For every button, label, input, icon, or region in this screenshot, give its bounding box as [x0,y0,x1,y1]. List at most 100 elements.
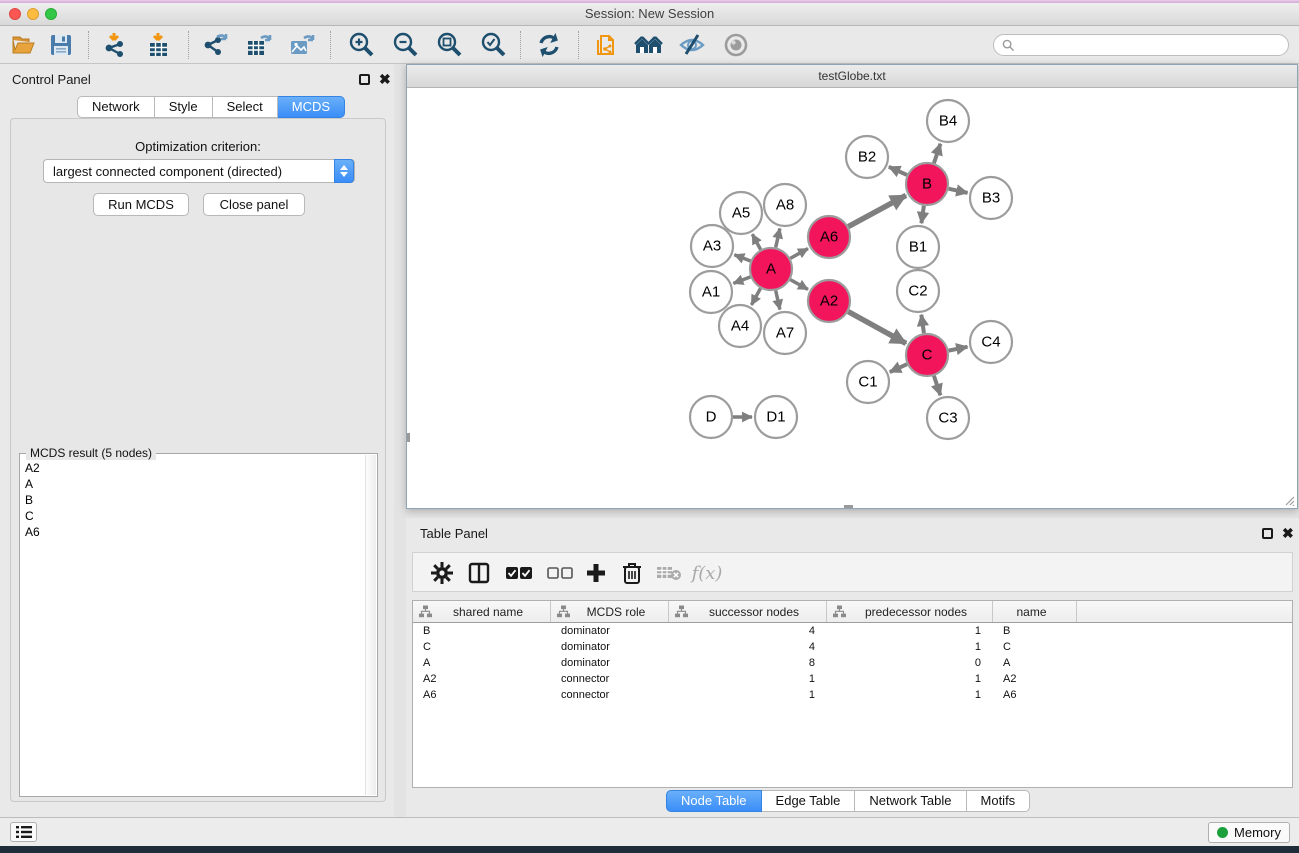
graph-edge-B-B2[interactable] [889,167,907,175]
task-history-button[interactable] [10,822,37,842]
close-window-button[interactable] [9,8,21,20]
graph-node-A6[interactable]: A6 [808,216,850,258]
search-box[interactable] [993,34,1289,56]
cell-predecessor[interactable]: 1 [827,687,993,703]
float-panel-icon[interactable] [1262,528,1273,539]
cell-mcds_role[interactable]: dominator [551,623,669,639]
graph-edge-C-C4[interactable] [949,347,968,351]
network-overview-icon[interactable] [634,31,664,59]
show-hidden-icon[interactable] [721,31,751,59]
graph-node-A5[interactable]: A5 [720,192,762,234]
new-network-from-selection-icon[interactable] [592,31,622,59]
zoom-selected-icon[interactable] [478,31,508,59]
memory-button[interactable]: Memory [1208,822,1290,843]
maximize-view-button[interactable] [451,70,463,82]
cell-shared_name[interactable]: A [413,655,551,671]
graph-edge-A-A6[interactable] [790,249,808,259]
graph-node-A3[interactable]: A3 [691,225,733,267]
tab-select[interactable]: Select [213,96,278,118]
export-network-icon[interactable] [200,31,230,59]
show-columns-icon[interactable] [465,559,493,587]
graph-edge-B-B1[interactable] [921,206,923,223]
result-item[interactable]: A6 [21,524,366,540]
graph-node-A[interactable]: A [750,248,792,290]
tab-network-table[interactable]: Network Table [855,790,966,812]
cell-name[interactable]: A2 [993,671,1077,687]
result-list-scrollbar[interactable] [365,455,376,795]
graph-node-B4[interactable]: B4 [927,100,969,142]
graph-node-B[interactable]: B [906,163,948,205]
graph-node-B1[interactable]: B1 [897,226,939,268]
cell-successor[interactable]: 4 [669,623,827,639]
cell-name[interactable]: B [993,623,1077,639]
export-table-icon[interactable] [243,31,273,59]
hide-selected-icon[interactable] [677,31,707,59]
optimization-criterion-select[interactable]: largest connected component (directed) [43,159,355,183]
graph-edge-A-A1[interactable] [733,277,750,284]
graph-node-C4[interactable]: C4 [970,321,1012,363]
deselect-all-icon[interactable] [546,559,574,587]
cell-mcds_role[interactable]: dominator [551,655,669,671]
graph-node-C[interactable]: C [906,334,948,376]
cell-predecessor[interactable]: 1 [827,623,993,639]
tab-edge-table[interactable]: Edge Table [762,790,856,812]
create-column-icon[interactable] [582,559,610,587]
graph-node-B2[interactable]: B2 [846,136,888,178]
minimize-window-button[interactable] [27,8,39,20]
tab-node-table[interactable]: Node Table [666,790,762,812]
column-header-predecessor-nodes[interactable]: predecessor nodes [827,601,993,622]
cell-predecessor[interactable]: 1 [827,671,993,687]
graph-node-D[interactable]: D [690,396,732,438]
resize-grip[interactable] [1283,494,1295,506]
graph-edge-A-A4[interactable] [751,288,760,305]
graph-node-A1[interactable]: A1 [690,271,732,313]
graph-node-C2[interactable]: C2 [897,270,939,312]
result-item[interactable]: A2 [21,460,366,476]
zoom-in-icon[interactable] [346,31,376,59]
save-session-icon[interactable] [46,31,76,59]
maximize-window-button[interactable] [45,8,57,20]
import-table-icon[interactable] [143,31,173,59]
zoom-out-icon[interactable] [390,31,420,59]
graph-edge-A-A7[interactable] [776,290,780,309]
cell-name[interactable]: C [993,639,1077,655]
delete-columns-icon[interactable] [618,559,646,587]
cell-successor[interactable]: 1 [669,687,827,703]
graph-node-A4[interactable]: A4 [719,305,761,347]
cell-mcds_role[interactable]: connector [551,671,669,687]
cell-predecessor[interactable]: 0 [827,655,993,671]
minimize-view-button[interactable] [433,70,445,82]
graph-node-C1[interactable]: C1 [847,361,889,403]
table-row-A2[interactable]: A2connector11A2 [413,671,1292,687]
graph-edge-A-A3[interactable] [734,255,750,261]
tab-style[interactable]: Style [155,96,213,118]
table-mode-gear-icon[interactable] [428,559,456,587]
cell-name[interactable]: A6 [993,687,1077,703]
tab-mcds[interactable]: MCDS [278,96,345,118]
cell-successor[interactable]: 1 [669,671,827,687]
graph-edge-A-A8[interactable] [776,228,780,247]
network-window-title-bar[interactable]: testGlobe.txt [407,65,1297,88]
cell-mcds_role[interactable]: dominator [551,639,669,655]
cell-mcds_role[interactable]: connector [551,687,669,703]
result-item[interactable]: C [21,508,366,524]
result-item[interactable]: A [21,476,366,492]
close-view-button[interactable] [415,70,427,82]
cell-name[interactable]: A [993,655,1077,671]
table-row-A6[interactable]: A6connector11A6 [413,687,1292,703]
export-image-icon[interactable] [286,31,316,59]
graph-node-D1[interactable]: D1 [755,396,797,438]
delete-table-icon[interactable] [655,559,683,587]
close-panel-icon[interactable]: ✖ [1282,528,1294,539]
refresh-view-icon[interactable] [534,31,564,59]
graph-edge-C-C3[interactable] [934,376,940,395]
run-mcds-button[interactable]: Run MCDS [93,193,189,216]
float-panel-icon[interactable] [359,74,370,85]
column-header-name[interactable]: name [993,601,1077,622]
graph-edge-C-C1[interactable] [890,364,907,372]
graph-edge-A2-C[interactable] [848,312,906,344]
select-all-icon[interactable] [505,559,533,587]
graph-node-C3[interactable]: C3 [927,397,969,439]
graph-edge-A6-B[interactable] [848,195,906,226]
cell-shared_name[interactable]: A2 [413,671,551,687]
